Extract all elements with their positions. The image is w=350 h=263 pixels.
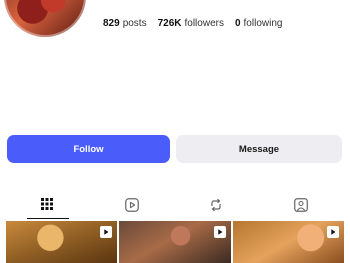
post-thumbnail[interactable] — [6, 221, 118, 263]
message-button[interactable]: Message — [176, 135, 342, 163]
tab-tagged[interactable] — [281, 192, 321, 220]
posts-count[interactable]: 829 posts — [103, 18, 147, 29]
profile-tabs — [0, 192, 350, 220]
reel-icon — [100, 226, 113, 238]
posts-grid — [6, 221, 344, 263]
reel-icon — [326, 226, 339, 238]
tab-posts[interactable] — [27, 192, 67, 220]
follow-button[interactable]: Follow — [7, 135, 170, 163]
reels-icon — [125, 198, 139, 212]
tagged-icon — [294, 198, 308, 212]
following-count[interactable]: 0 following — [235, 18, 282, 29]
tab-reposts[interactable] — [196, 192, 236, 220]
active-tab-indicator — [27, 218, 69, 219]
post-thumbnail[interactable] — [119, 221, 231, 263]
profile-avatar[interactable] — [4, 0, 86, 37]
tab-reels[interactable] — [112, 192, 152, 220]
grid-icon — [41, 198, 53, 210]
profile-stats: 829 posts 726K followers 0 following — [103, 18, 282, 29]
reposts-icon — [211, 198, 221, 212]
reel-icon — [213, 226, 226, 238]
post-thumbnail[interactable] — [232, 221, 344, 263]
followers-count[interactable]: 726K followers — [158, 18, 224, 29]
